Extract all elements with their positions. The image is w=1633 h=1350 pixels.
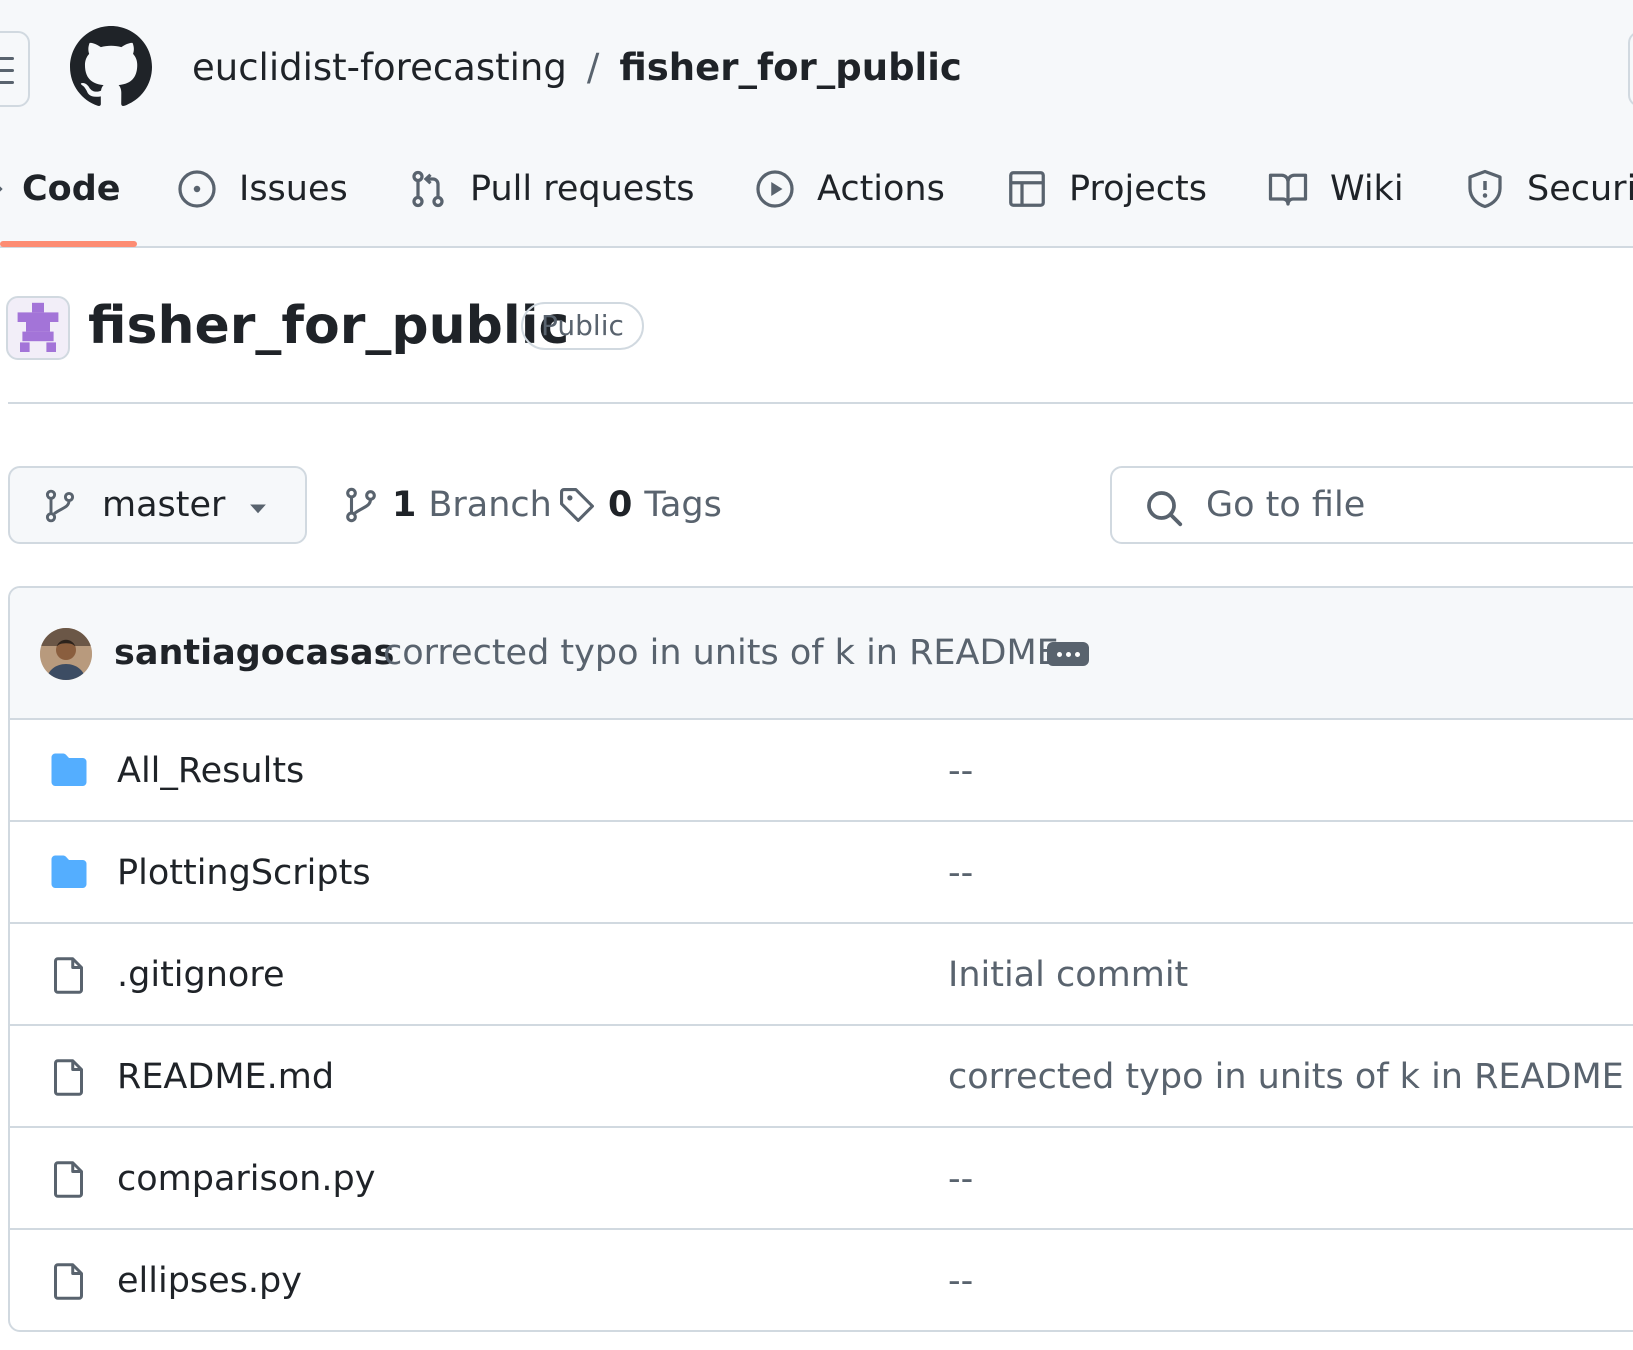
table-row[interactable]: PlottingScripts -- (10, 822, 1633, 924)
file-commit-message[interactable]: -- (948, 1128, 973, 1230)
file-name-link[interactable]: ellipses.py (117, 1230, 302, 1330)
file-name-link[interactable]: .gitignore (117, 924, 284, 1026)
file-icon (54, 957, 83, 994)
file-icon (54, 1161, 83, 1198)
breadcrumb: euclidist-forecasting / fisher_for_public (192, 40, 962, 96)
triangle-down-icon (250, 504, 266, 514)
tab-label: Issues (239, 169, 348, 209)
file-commit-message[interactable]: -- (948, 720, 973, 822)
tag-count: 0 (608, 485, 633, 525)
tab-actions[interactable]: Actions (755, 150, 945, 248)
file-icon (54, 1263, 83, 1300)
file-commit-message[interactable]: -- (948, 822, 973, 924)
play-icon (756, 170, 794, 208)
tab-label: Wiki (1330, 169, 1404, 209)
tab-label: Code (22, 169, 121, 209)
git-pull-request-icon (412, 170, 444, 208)
repo-title[interactable]: fisher_for_public (88, 290, 569, 362)
tag-icon (560, 488, 594, 522)
commit-message-link[interactable]: corrected typo in units of k in README (383, 626, 1059, 680)
git-branch-icon (346, 487, 376, 523)
branch-name: master (102, 485, 226, 525)
file-browser: santiagocasas corrected typo in units of… (8, 586, 1633, 1332)
branches-link[interactable]: 1 Branch (342, 466, 552, 544)
table-row[interactable]: ellipses.py -- (10, 1230, 1633, 1330)
file-commit-message[interactable]: -- (948, 1230, 973, 1330)
repo-name-link[interactable]: fisher_for_public (619, 46, 962, 89)
breadcrumb-separator: / (586, 46, 600, 89)
folder-icon (51, 855, 87, 888)
search-icon (1147, 491, 1183, 527)
latest-commit-bar: santiagocasas corrected typo in units of… (10, 588, 1633, 720)
tab-code[interactable]: Code (0, 150, 121, 248)
go-to-file-input[interactable] (1204, 476, 1624, 534)
header-right-button[interactable] (1628, 31, 1633, 107)
tag-label: Tags (644, 485, 722, 525)
tab-security[interactable]: Securi (1465, 150, 1633, 248)
git-branch-icon (45, 489, 75, 523)
table-row[interactable]: README.md corrected typo in units of k in… (10, 1026, 1633, 1128)
branch-selector[interactable]: master (8, 466, 307, 544)
tab-issues[interactable]: Issues (177, 150, 348, 248)
file-name-link[interactable]: PlottingScripts (117, 822, 371, 924)
file-commit-message[interactable]: corrected typo in units of k in README (948, 1026, 1624, 1128)
visibility-badge: Public (521, 302, 644, 350)
identicon-icon (17, 302, 59, 352)
github-logo-icon[interactable] (70, 26, 152, 108)
file-name-link[interactable]: comparison.py (117, 1128, 375, 1230)
code-icon (0, 186, 3, 192)
title-divider (8, 402, 1633, 404)
user-avatar-icon (40, 628, 92, 680)
tab-pull-requests[interactable]: Pull requests (408, 150, 695, 248)
menu-button[interactable] (0, 31, 30, 107)
commit-ellipsis-button[interactable] (1047, 642, 1089, 666)
active-tab-indicator (0, 241, 137, 247)
repo-owner-link[interactable]: euclidist-forecasting (192, 46, 567, 89)
branch-count: 1 (392, 485, 417, 525)
table-row[interactable]: .gitignore Initial commit (10, 924, 1633, 1026)
folder-icon (51, 753, 87, 786)
file-name-link[interactable]: README.md (117, 1026, 334, 1128)
commit-author-link[interactable]: santiagocasas (114, 626, 394, 680)
file-icon (54, 1059, 83, 1096)
table-row[interactable]: comparison.py -- (10, 1128, 1633, 1230)
tab-label: Securi (1527, 169, 1633, 209)
tab-label: Projects (1069, 169, 1207, 209)
go-to-file-search[interactable] (1110, 466, 1633, 544)
tab-projects[interactable]: Projects (1007, 150, 1207, 248)
tab-label: Actions (817, 169, 945, 209)
file-name-link[interactable]: All_Results (117, 720, 304, 822)
repo-header: euclidist-forecasting / fisher_for_public … (0, 0, 1633, 248)
table-icon (1009, 171, 1045, 207)
avatar[interactable] (40, 628, 92, 680)
table-row[interactable]: All_Results -- (10, 720, 1633, 822)
file-commit-message[interactable]: Initial commit (948, 924, 1188, 1026)
tags-link[interactable]: 0 Tags (558, 466, 722, 544)
issue-opened-icon (178, 170, 216, 208)
tab-wiki[interactable]: Wiki (1268, 150, 1404, 248)
tab-label: Pull requests (470, 169, 695, 209)
branch-label: Branch (428, 485, 552, 525)
book-icon (1268, 173, 1308, 206)
shield-icon (1468, 169, 1502, 209)
repo-owner-avatar[interactable] (6, 296, 70, 360)
